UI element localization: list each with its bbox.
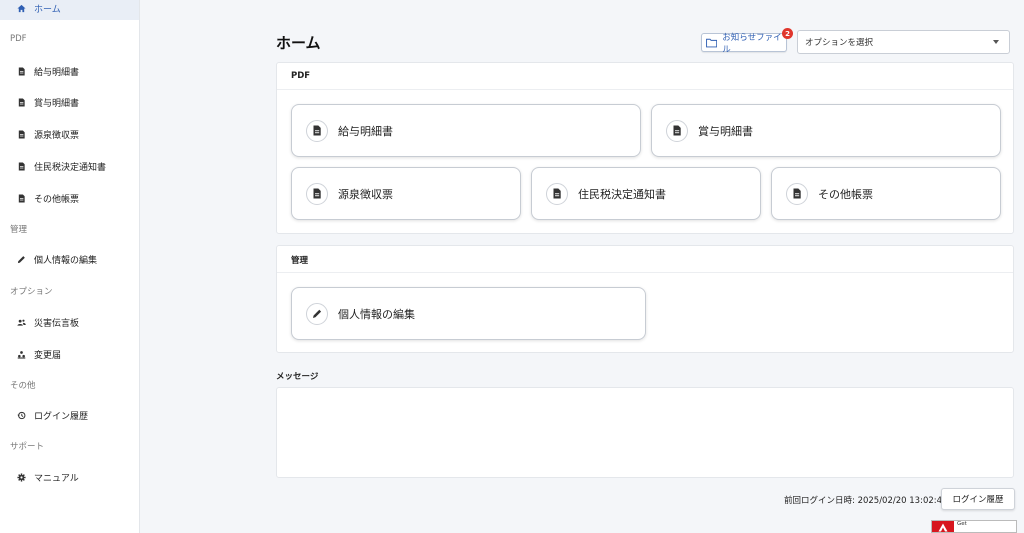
sidebar-item-resident-tax[interactable]: 住民税決定通知書 bbox=[0, 154, 139, 178]
option-select-value: オプションを選択 bbox=[805, 38, 874, 48]
document-icon bbox=[786, 182, 808, 205]
people-icon bbox=[16, 317, 26, 327]
section-title: PDF bbox=[291, 71, 311, 81]
adobe-reader-badge[interactable]: Get bbox=[931, 520, 1017, 533]
document-icon bbox=[16, 129, 26, 139]
section-title: 管理 bbox=[291, 256, 309, 266]
adobe-icon bbox=[932, 521, 954, 532]
gear-icon bbox=[16, 472, 26, 482]
document-icon bbox=[16, 193, 26, 203]
sidebar-item-manual[interactable]: マニュアル bbox=[0, 465, 139, 489]
pencil-icon bbox=[16, 254, 26, 264]
people-icon bbox=[16, 349, 26, 359]
page-title: ホーム bbox=[276, 34, 321, 52]
sidebar-item-home[interactable]: ホーム bbox=[0, 0, 139, 20]
bonus-statement-button[interactable]: 賞与明細書 bbox=[651, 104, 1001, 157]
sidebar-item-change-notice[interactable]: 変更届 bbox=[0, 342, 139, 366]
sidebar-heading-other: その他 bbox=[10, 381, 36, 391]
document-icon bbox=[16, 161, 26, 171]
pdf-section: PDF 給与明細書 賞与明細書 源泉徴収票 住民税決定通知書 その他帳票 bbox=[276, 62, 1014, 234]
sidebar-item-label: 個人情報の編集 bbox=[34, 255, 98, 266]
divider bbox=[277, 272, 1013, 273]
sidebar-item-withholding[interactable]: 源泉徴収票 bbox=[0, 122, 139, 146]
messages-panel bbox=[276, 387, 1014, 478]
withholding-slip-button[interactable]: 源泉徴収票 bbox=[291, 167, 521, 220]
last-login-text: 前回ログイン日時: 2025/02/20 13:02:43 bbox=[784, 496, 948, 506]
home-icon bbox=[16, 3, 26, 13]
sidebar-heading-admin: 管理 bbox=[10, 225, 28, 235]
document-icon bbox=[16, 97, 26, 107]
pencil-icon bbox=[306, 302, 328, 325]
button-label: その他帳票 bbox=[818, 187, 873, 201]
sidebar: ホーム PDF 給与明細書 賞与明細書 源泉徴収票 住民税決定通知書 その他帳票… bbox=[0, 0, 140, 533]
sidebar-item-label: ホーム bbox=[34, 4, 61, 15]
sidebar-item-edit-profile[interactable]: 個人情報の編集 bbox=[0, 247, 139, 271]
button-label: 個人情報の編集 bbox=[338, 307, 415, 321]
login-history-button[interactable]: ログイン履歴 bbox=[941, 488, 1015, 510]
salary-statement-button[interactable]: 給与明細書 bbox=[291, 104, 641, 157]
resident-tax-notice-button[interactable]: 住民税決定通知書 bbox=[531, 167, 761, 220]
sidebar-item-label: マニュアル bbox=[34, 473, 79, 484]
admin-section: 管理 個人情報の編集 bbox=[276, 245, 1014, 353]
button-label: 給与明細書 bbox=[338, 124, 393, 138]
document-icon bbox=[306, 119, 328, 142]
sidebar-item-label: 給与明細書 bbox=[34, 67, 80, 78]
sidebar-heading-options: オプション bbox=[10, 287, 53, 297]
sidebar-heading-pdf: PDF bbox=[10, 34, 27, 44]
button-label: 源泉徴収票 bbox=[338, 187, 393, 201]
sidebar-item-label: 変更届 bbox=[34, 350, 62, 361]
sidebar-heading-support: サポート bbox=[10, 442, 45, 452]
option-select[interactable]: オプションを選択 bbox=[797, 30, 1010, 54]
notice-file-label: お知らせファイル bbox=[722, 32, 782, 55]
notice-file-button[interactable]: お知らせファイル bbox=[701, 32, 787, 55]
history-icon bbox=[16, 410, 26, 420]
document-icon bbox=[306, 182, 328, 205]
edit-profile-button[interactable]: 個人情報の編集 bbox=[291, 287, 646, 340]
sidebar-item-label: 源泉徴収票 bbox=[34, 130, 80, 141]
other-forms-button[interactable]: その他帳票 bbox=[771, 167, 1001, 220]
messages-title: メッセージ bbox=[276, 372, 319, 382]
document-icon bbox=[16, 66, 26, 76]
sidebar-item-label: その他帳票 bbox=[34, 194, 80, 205]
document-icon bbox=[546, 182, 568, 205]
sidebar-item-label: 住民税決定通知書 bbox=[34, 162, 107, 173]
sidebar-item-label: 災害伝言板 bbox=[34, 318, 80, 329]
chevron-down-icon bbox=[993, 40, 999, 44]
document-icon bbox=[666, 119, 688, 142]
divider bbox=[277, 89, 1013, 90]
sidebar-item-salary[interactable]: 給与明細書 bbox=[0, 59, 139, 83]
button-label: 住民税決定通知書 bbox=[578, 187, 666, 201]
sidebar-item-disaster-board[interactable]: 災害伝言板 bbox=[0, 310, 139, 334]
sidebar-item-label: 賞与明細書 bbox=[34, 98, 80, 109]
sidebar-item-label: ログイン履歴 bbox=[34, 411, 89, 422]
adobe-badge-text: Get bbox=[957, 521, 967, 527]
sidebar-item-other-forms[interactable]: その他帳票 bbox=[0, 186, 139, 210]
sidebar-item-login-history[interactable]: ログイン履歴 bbox=[0, 403, 139, 427]
notice-count-badge: 2 bbox=[782, 28, 793, 39]
folder-icon bbox=[706, 38, 718, 47]
button-label: 賞与明細書 bbox=[698, 124, 753, 138]
sidebar-item-bonus[interactable]: 賞与明細書 bbox=[0, 90, 139, 114]
